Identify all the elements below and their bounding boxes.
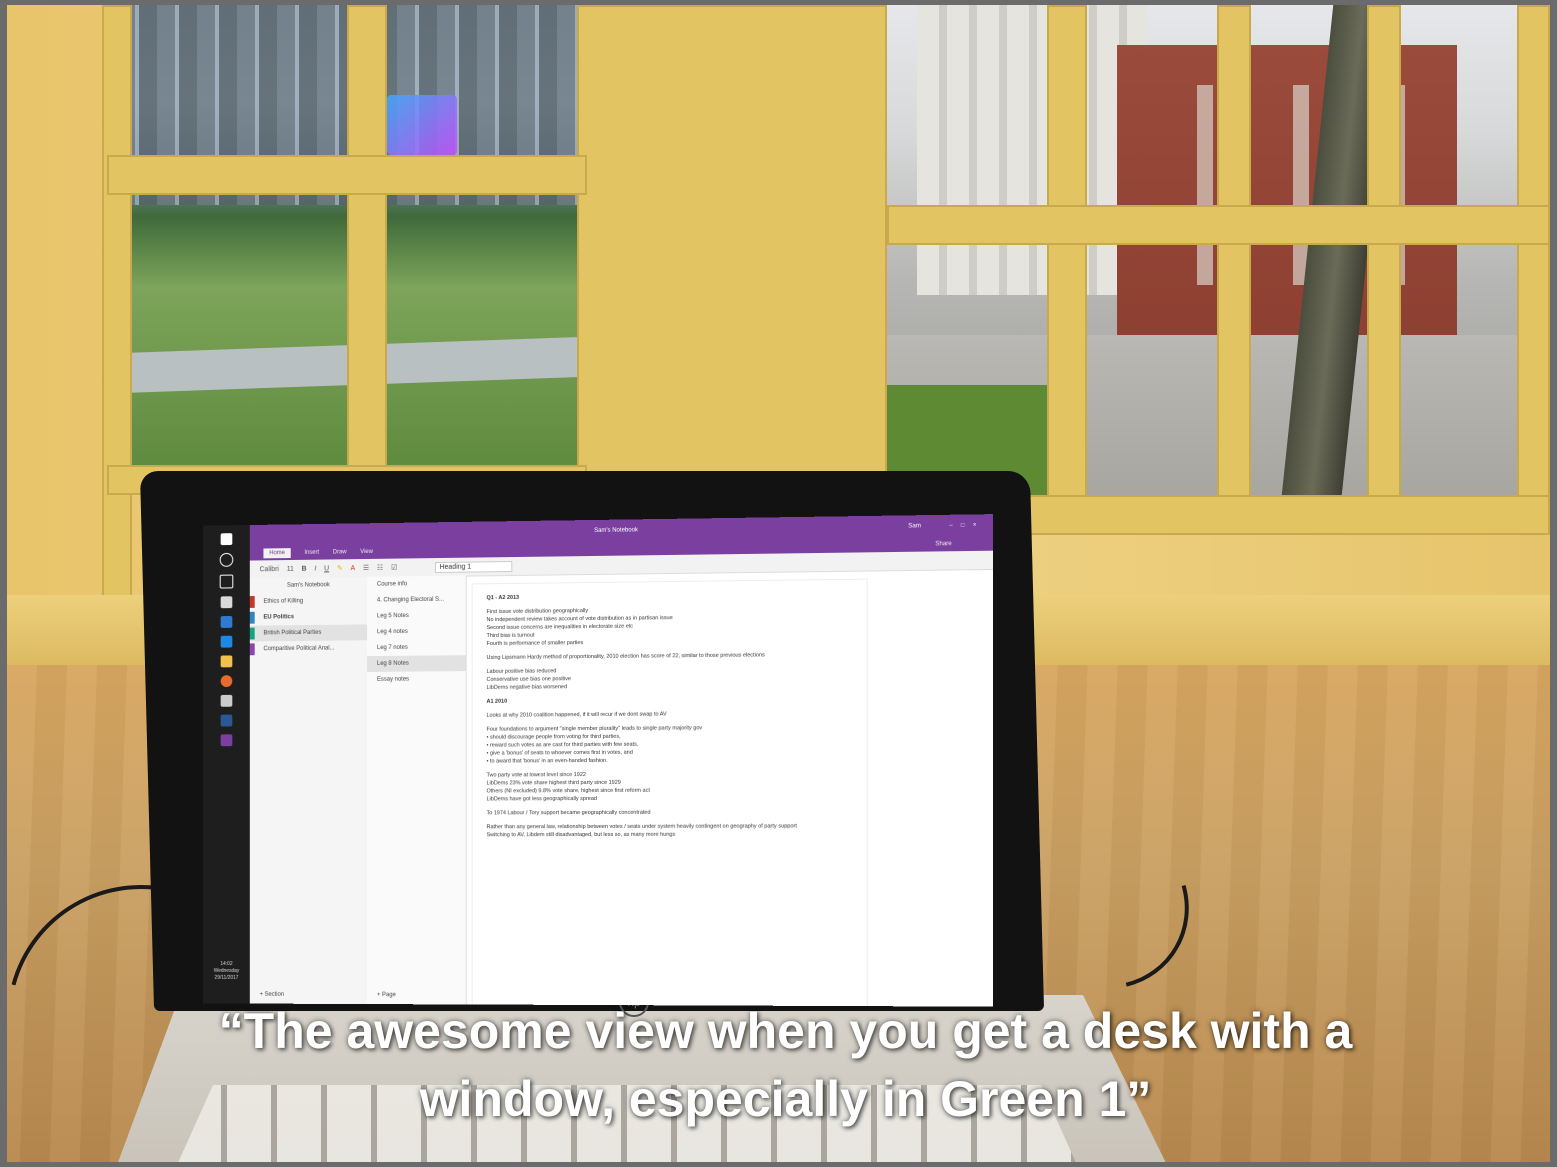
file-explorer-icon[interactable] [221,655,233,667]
note-line: Switching to AV, Libdem still disadvanta… [486,830,852,839]
onenote-icon[interactable] [221,734,233,746]
tab-home[interactable]: Home [263,548,290,558]
store-icon[interactable] [221,596,233,608]
section-item[interactable]: Comparitive Political Anal... [250,640,367,657]
checkbox-icon[interactable]: ☑ [391,564,397,572]
page-item[interactable]: Leg 8 Notes [367,655,466,672]
page-item[interactable]: Leg 5 Notes [367,607,466,624]
notebook-name[interactable]: Sam's Notebook [250,577,367,594]
font-name[interactable]: Calibri [260,566,279,573]
window-frame [887,205,1550,245]
underline-icon[interactable]: U [324,565,329,572]
window-frame [107,155,587,195]
tab-insert[interactable]: Insert [304,550,319,556]
task-view-icon[interactable] [220,575,234,589]
word-icon[interactable] [221,715,233,727]
caption-line-1: “The awesome view when you get a desk wi… [7,997,1550,1065]
photo-caption: “The awesome view when you get a desk wi… [7,997,1550,1133]
photo: hp 14:02 Wednesday 29/11/2017 Sam's Note… [7,5,1550,1162]
window-frame [1367,5,1401,505]
window-frame [347,5,387,485]
cortana-icon[interactable] [220,553,234,567]
mail-icon[interactable] [221,616,233,628]
section-item[interactable]: British Political Parties [250,624,367,641]
pages-pane: Course info 4. Changing Electoral S... L… [367,576,467,1005]
user-name[interactable]: Sam [908,523,921,529]
section-item[interactable]: Ethics of Killing [250,593,367,610]
window-title: Sam's Notebook [594,527,638,534]
tab-draw[interactable]: Draw [333,549,347,555]
bold-icon[interactable]: B [302,565,307,572]
italic-icon[interactable]: I [314,565,316,572]
window-frame [1217,5,1251,505]
red-brick-building [1117,45,1457,345]
edge-icon[interactable] [221,636,233,648]
numbering-icon[interactable]: ☷ [377,564,383,572]
page-item[interactable]: Leg 4 notes [367,623,466,640]
tab-view[interactable]: View [360,549,373,555]
window-controls[interactable]: –□× [949,522,984,529]
onenote-window: Sam's Notebook Sam –□× Home Insert Draw … [250,514,993,1007]
page-item[interactable]: Leg 7 notes [367,639,466,656]
page-item[interactable]: 4. Changing Electoral S... [367,592,466,609]
clock-date: 29/11/2017 [205,975,248,982]
sections-pane: Sam's Notebook Ethics of Killing EU Poli… [250,577,368,1004]
window-frame [102,5,132,605]
white-building [917,5,1147,295]
laptop-screen: 14:02 Wednesday 29/11/2017 Sam's Noteboo… [203,514,993,1007]
highlight-icon[interactable]: ✎ [337,564,343,572]
note-page[interactable]: Q1 - A2 2013 First issue vote distributi… [472,579,868,1007]
page-item[interactable]: Essay notes [367,671,466,688]
window-frame [1517,5,1550,525]
window-frame [1047,5,1087,505]
taskbar-clock: 14:02 Wednesday 29/11/2017 [205,961,248,982]
app-icon[interactable] [221,695,233,707]
style-dropdown[interactable]: Heading 1 [435,561,512,573]
page-item[interactable]: Course info [367,576,466,593]
caption-line-2: window, especially in Green 1” [7,1065,1550,1133]
start-icon[interactable] [221,533,233,545]
font-color-icon[interactable]: A [351,565,356,572]
font-size[interactable]: 11 [287,565,294,572]
section-item[interactable]: EU Politics [250,609,367,626]
windows-taskbar: 14:02 Wednesday 29/11/2017 [203,525,250,1007]
share-button[interactable]: Share [935,541,951,547]
firefox-icon[interactable] [221,675,233,687]
bullets-icon[interactable]: ☰ [363,564,369,572]
building-screen [387,95,457,155]
